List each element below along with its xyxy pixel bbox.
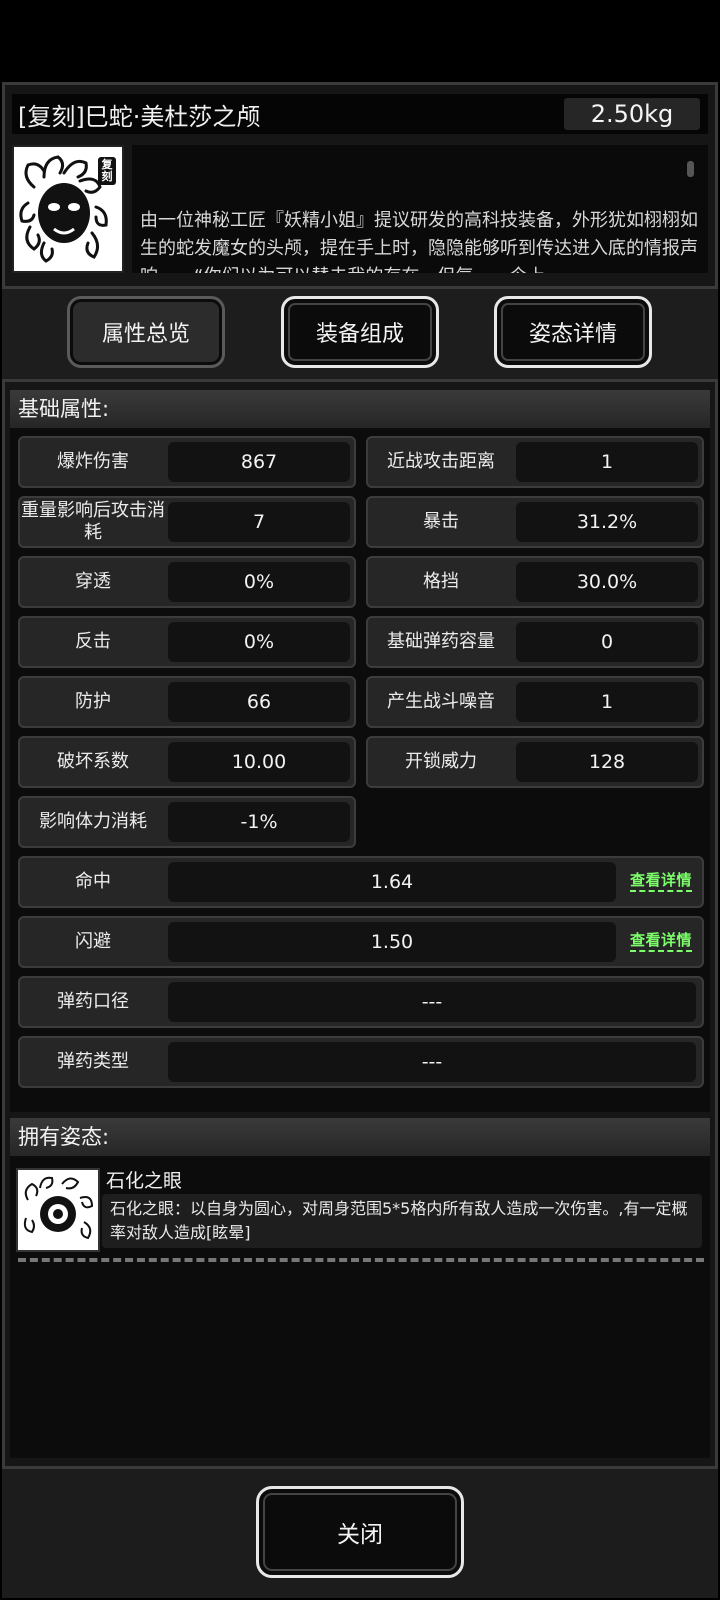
stat-stamina-effect: 影响体力消耗 -1% <box>18 796 356 848</box>
stat-value: 7 <box>168 502 350 542</box>
item-description-box[interactable]: 由一位神秘工匠『妖精小姐』提议研发的高科技装备，外形犹如栩栩如生的蛇发魔女的头颅… <box>132 145 708 273</box>
stat-label: 弹药口径 <box>57 991 129 1012</box>
item-description: 由一位神秘工匠『妖精小姐』提议研发的高科技装备，外形犹如栩栩如生的蛇发魔女的头颅… <box>140 210 698 273</box>
stat-label: 开锁威力 <box>405 751 477 772</box>
close-button-label: 关闭 <box>337 1522 383 1548</box>
base-stats-section: 基础属性: 爆炸伤害 867 近战攻击距离 1 重量影响后攻击消耗 7 暴击 3… <box>10 390 710 1112</box>
item-header: [复刻]巳蛇·美杜莎之颅 2.50kg <box>12 94 708 134</box>
stance-description: 石化之眼：以自身为圆心，对周身范围5*5格内所有敌人造成一次伤害。,有一定概率对… <box>102 1194 702 1248</box>
base-stats-header: 基础属性: <box>10 390 710 428</box>
stat-label: 防护 <box>75 691 111 712</box>
tab-equipment-composition[interactable]: 装备组成 <box>281 296 439 368</box>
stat-value: 0% <box>168 562 350 602</box>
accuracy-details-link[interactable]: 查看详情 <box>629 870 692 892</box>
stat-critical: 暴击 31.2% <box>366 496 704 548</box>
stat-value: 1.50 <box>168 922 616 962</box>
stat-label: 穿透 <box>75 571 111 592</box>
reissue-badge: 复刻 <box>98 157 116 185</box>
stat-melee-range: 近战攻击距离 1 <box>366 436 704 488</box>
stat-label: 基础弹药容量 <box>387 631 495 652</box>
stat-weighted-attack-cost: 重量影响后攻击消耗 7 <box>18 496 356 548</box>
stat-label: 重量影响后攻击消耗 <box>21 500 165 543</box>
stat-block: 格挡 30.0% <box>366 556 704 608</box>
stance-name: 石化之眼 <box>106 1170 183 1192</box>
stat-label: 闪避 <box>75 931 111 952</box>
item-weight: 2.50kg <box>564 98 700 130</box>
stat-label: 爆炸伤害 <box>57 451 129 472</box>
dashed-divider <box>18 1258 704 1262</box>
tab-attribute-overview[interactable]: 属性总览 <box>67 296 225 368</box>
stat-label: 反击 <box>75 631 111 652</box>
stat-value: --- <box>168 1042 696 1082</box>
close-button[interactable]: 关闭 <box>256 1486 464 1578</box>
stat-label: 格挡 <box>423 571 459 592</box>
stat-ammo-caliber: 弹药口径 --- <box>18 976 704 1028</box>
stat-ammo-type: 弹药类型 --- <box>18 1036 704 1088</box>
evasion-details-link[interactable]: 查看详情 <box>629 930 692 952</box>
stat-value: 867 <box>168 442 350 482</box>
stat-value: 1 <box>516 682 698 722</box>
stat-label: 暴击 <box>423 511 459 532</box>
stat-lockpick-power: 开锁威力 128 <box>366 736 704 788</box>
stat-value: 10.00 <box>168 742 350 782</box>
stances-header: 拥有姿态: <box>10 1118 710 1156</box>
tab-label: 姿态详情 <box>528 322 617 347</box>
tab-label: 装备组成 <box>315 322 404 347</box>
stat-label: 产生战斗噪音 <box>387 691 495 712</box>
description-scrollbar[interactable] <box>687 161 694 177</box>
stat-label: 破坏系数 <box>57 751 129 772</box>
tab-stance-details[interactable]: 姿态详情 <box>494 296 652 368</box>
stat-protection: 防护 66 <box>18 676 356 728</box>
stat-value: --- <box>168 982 696 1022</box>
stances-section: 拥有姿态: 石化之眼 石化之眼：以自身为圆心，对周身范围5*5格内所有敌人造成一… <box>10 1118 710 1458</box>
stat-ammo-capacity: 基础弹药容量 0 <box>366 616 704 668</box>
tab-label: 属性总览 <box>101 322 190 347</box>
stat-destruction-factor: 破坏系数 10.00 <box>18 736 356 788</box>
stat-value: 31.2% <box>516 502 698 542</box>
stat-value: -1% <box>168 802 350 842</box>
stat-accuracy: 命中 1.64 查看详情 <box>18 856 704 908</box>
stat-explosion-damage: 爆炸伤害 867 <box>18 436 356 488</box>
stat-evasion: 闪避 1.50 查看详情 <box>18 916 704 968</box>
stat-combat-noise: 产生战斗噪音 1 <box>366 676 704 728</box>
stat-label: 影响体力消耗 <box>39 811 147 832</box>
stat-value: 0 <box>516 622 698 662</box>
item-title: [复刻]巳蛇·美杜莎之颅 <box>18 103 261 131</box>
medusa-head-portrait: 复刻 <box>12 145 124 273</box>
stat-counter: 反击 0% <box>18 616 356 668</box>
stat-value: 0% <box>168 622 350 662</box>
petrify-eye-icon <box>16 1168 100 1252</box>
stat-penetration: 穿透 0% <box>18 556 356 608</box>
stat-value: 30.0% <box>516 562 698 602</box>
stat-label: 弹药类型 <box>57 1051 129 1072</box>
stat-value: 66 <box>168 682 350 722</box>
stat-label: 近战攻击距离 <box>387 451 495 472</box>
stat-value: 128 <box>516 742 698 782</box>
stat-value: 1 <box>516 442 698 482</box>
stat-label: 命中 <box>75 871 111 892</box>
stat-value: 1.64 <box>168 862 616 902</box>
